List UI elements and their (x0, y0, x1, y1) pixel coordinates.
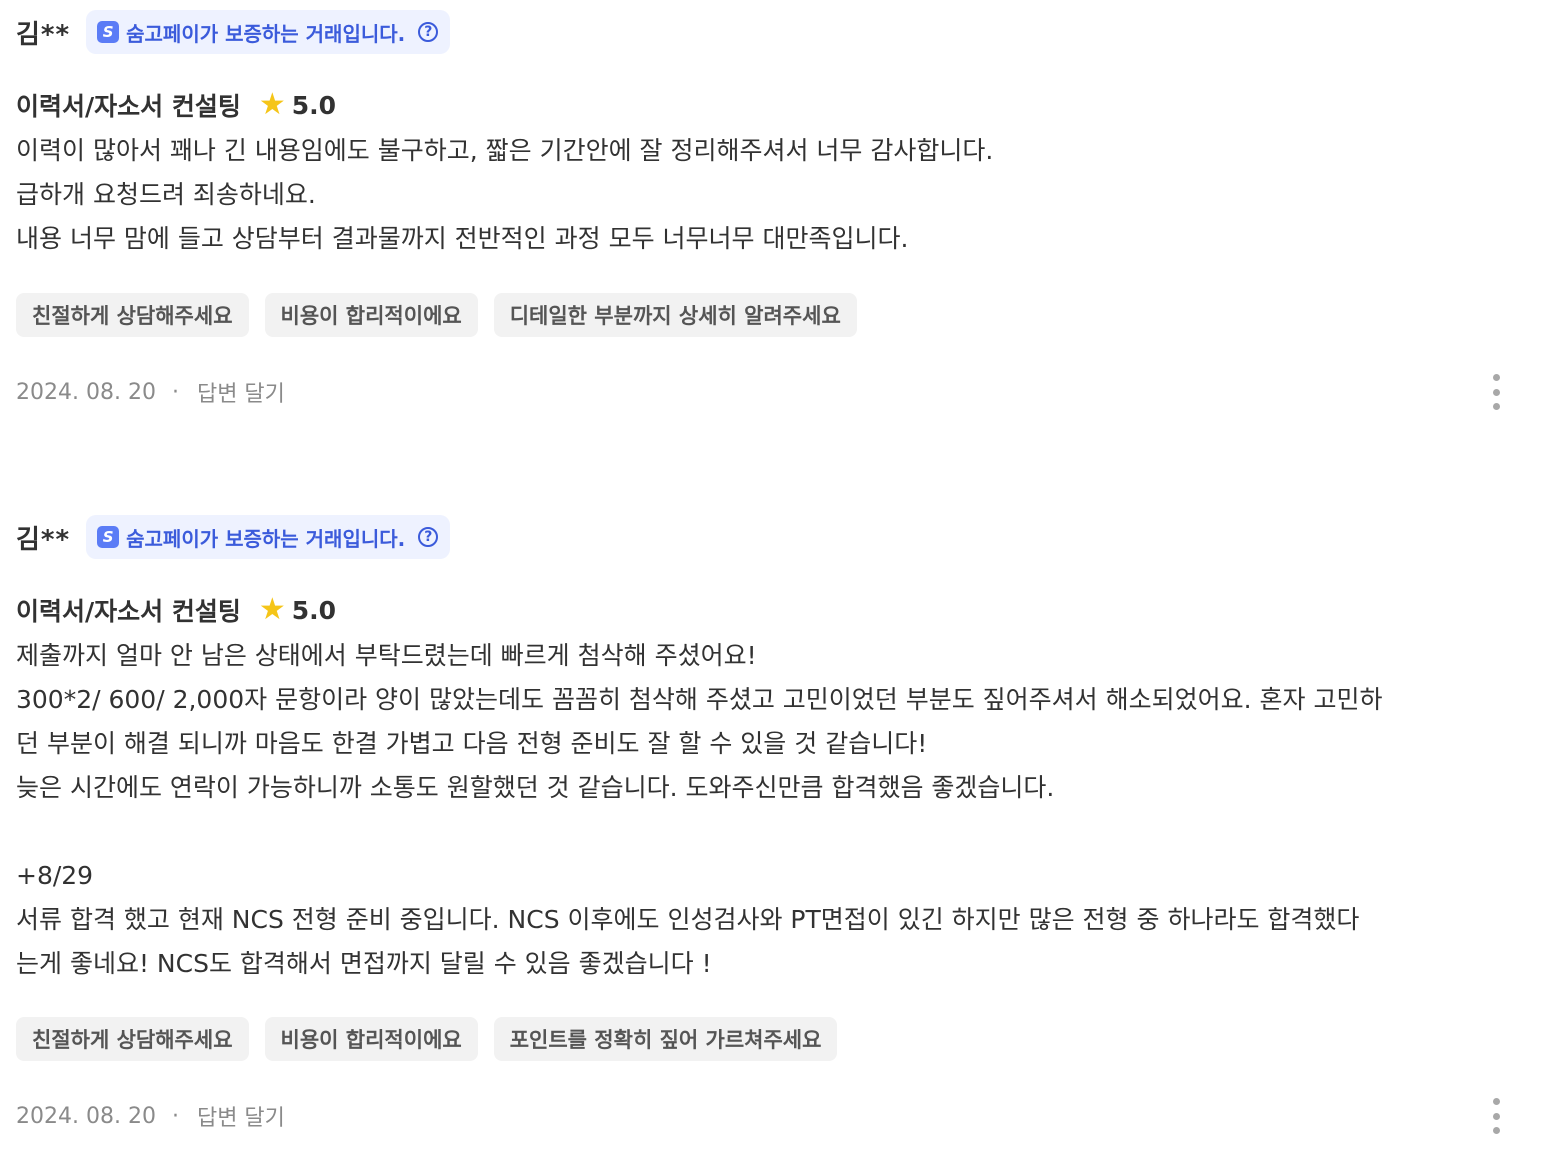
pay-guarantee-badge[interactable]: S 숨고페이가 보증하는 거래입니다. ? (86, 10, 451, 54)
star-icon: ★ (258, 87, 286, 122)
review-text-line: +8/29 (16, 861, 94, 890)
rating-value: 5.0 (291, 595, 337, 625)
reply-button[interactable]: 답변 달기 (197, 1100, 285, 1132)
review-card: 김** S 숨고페이가 보증하는 거래입니다. ? 이력서/자소서 컨설팅 ★ … (16, 10, 1526, 412)
review-card: 김** S 숨고페이가 보증하는 거래입니다. ? 이력서/자소서 컨설팅 ★ … (16, 515, 1526, 1136)
more-options-icon[interactable] (1490, 374, 1502, 410)
review-author: 김** (16, 19, 71, 50)
review-footer: 2024. 08. 20 · 답변 달기 (16, 372, 1526, 412)
star-icon: ★ (258, 592, 286, 627)
review-date: 2024. 08. 20 (16, 1103, 156, 1129)
review-tags: 친절하게 상담해주세요 비용이 합리적이에요 포인트를 정확히 짚어 가르쳐주세… (16, 1017, 1526, 1061)
service-rating-row: 이력서/자소서 컨설팅 ★ 5.0 (16, 85, 1526, 125)
review-text-line: 는게 좋네요! NCS도 합격해서 면접까지 달릴 수 있음 좋겠습니다 ! (16, 949, 712, 978)
review-text-line: 서류 합격 했고 현재 NCS 전형 준비 중입니다. NCS 이후에도 인성검… (16, 905, 1360, 934)
review-body: 제출까지 얼마 안 남은 상태에서 부탁드렸는데 빠르게 첨삭해 주셨어요! 3… (16, 634, 1526, 986)
review-author: 김** (16, 524, 71, 555)
review-tag-chip: 친절하게 상담해주세요 (16, 1017, 249, 1061)
review-header: 김** S 숨고페이가 보증하는 거래입니다. ? (16, 10, 1526, 54)
review-tag-chip: 비용이 합리적이에요 (264, 293, 478, 337)
pay-guarantee-text: 숨고페이가 보증하는 거래입니다. (126, 526, 406, 551)
review-text-line: 던 부분이 해결 되니까 마음도 한결 가볍고 다음 전형 준비도 잘 할 수 … (16, 729, 928, 758)
review-tag-chip: 비용이 합리적이에요 (264, 1017, 478, 1061)
rating-value: 5.0 (291, 90, 337, 120)
review-text-line: 늦은 시간에도 연락이 가능하니까 소통도 원할했던 것 같습니다. 도와주신만… (16, 773, 1055, 802)
review-text-line: 300*2/ 600/ 2,000자 문항이라 양이 많았는데도 꼼꼼히 첨삭해… (16, 685, 1383, 714)
review-body: 이력이 많아서 꽤나 긴 내용임에도 불구하고, 짧은 기간안에 잘 정리해주셔… (16, 129, 1526, 261)
review-tag-chip: 친절하게 상담해주세요 (16, 293, 249, 337)
review-text-line: 제출까지 얼마 안 남은 상태에서 부탁드렸는데 빠르게 첨삭해 주셨어요! (16, 641, 757, 670)
review-text-line: 이력이 많아서 꽤나 긴 내용임에도 불구하고, 짧은 기간안에 잘 정리해주셔… (16, 136, 994, 165)
review-header: 김** S 숨고페이가 보증하는 거래입니다. ? (16, 515, 1526, 559)
service-rating-row: 이력서/자소서 컨설팅 ★ 5.0 (16, 590, 1526, 630)
help-icon[interactable]: ? (418, 22, 439, 42)
service-name: 이력서/자소서 컨설팅 (16, 597, 241, 626)
service-name: 이력서/자소서 컨설팅 (16, 92, 241, 121)
review-text-line (16, 810, 1526, 854)
review-tag-chip: 포인트를 정확히 짚어 가르쳐주세요 (493, 1017, 838, 1061)
soomgo-pay-logo-icon: S (97, 21, 120, 43)
help-icon[interactable]: ? (418, 527, 439, 547)
review-text-line: 급하개 요청드려 죄송하네요. (16, 180, 316, 209)
review-tag-chip: 디테일한 부분까지 상세히 알려주세요 (493, 293, 857, 337)
more-options-icon[interactable] (1490, 1098, 1502, 1134)
pay-guarantee-text: 숨고페이가 보증하는 거래입니다. (126, 21, 406, 46)
separator-dot: · (171, 379, 179, 405)
review-footer: 2024. 08. 20 · 답변 달기 (16, 1096, 1526, 1136)
review-tags: 친절하게 상담해주세요 비용이 합리적이에요 디테일한 부분까지 상세히 알려주… (16, 293, 1526, 337)
pay-guarantee-badge[interactable]: S 숨고페이가 보증하는 거래입니다. ? (86, 515, 451, 559)
soomgo-pay-logo-icon: S (97, 526, 120, 548)
reply-button[interactable]: 답변 달기 (197, 376, 285, 408)
review-date: 2024. 08. 20 (16, 379, 156, 405)
separator-dot: · (171, 1103, 179, 1129)
review-text-line: 내용 너무 맘에 들고 상담부터 결과물까지 전반적인 과정 모두 너무너무 대… (16, 224, 909, 253)
